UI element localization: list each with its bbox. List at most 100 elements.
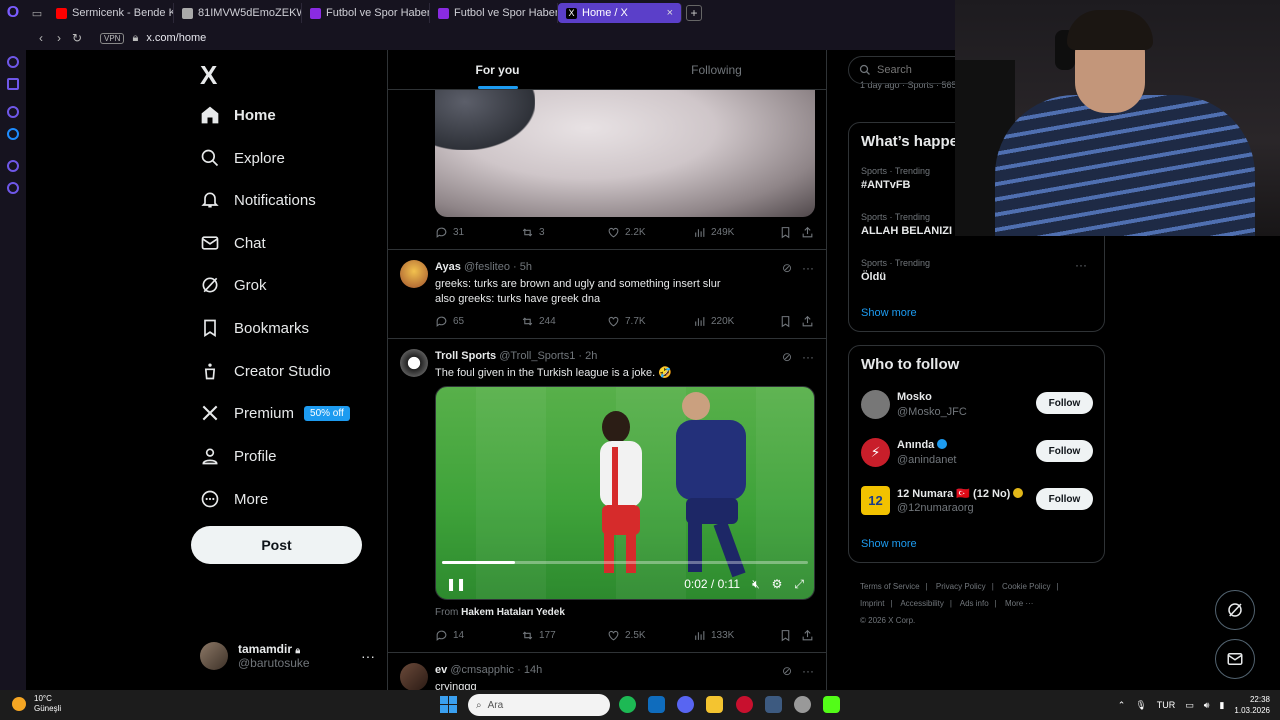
- reply-button[interactable]: 31: [435, 226, 464, 239]
- follow-button[interactable]: Follow: [1036, 392, 1093, 414]
- tab-for-you[interactable]: For you: [388, 50, 607, 89]
- follow-suggestion[interactable]: Mosko @Mosko_JFC Follow: [861, 388, 1093, 422]
- sidebar-facebook-icon[interactable]: [7, 128, 19, 140]
- post-author[interactable]: Ayas: [435, 261, 461, 273]
- footer-link[interactable]: Imprint: [860, 599, 884, 608]
- reply-button[interactable]: 14: [435, 629, 464, 642]
- views-button[interactable]: 220K: [693, 315, 734, 328]
- nav-item-notifications[interactable]: Notifications: [200, 185, 316, 215]
- trend-more-icon[interactable]: ···: [1075, 258, 1087, 272]
- discord-icon[interactable]: [677, 696, 694, 713]
- post[interactable]: Ayas @fesliteo · 5h ⊘ ··· greeks: turks a…: [388, 249, 826, 338]
- avatar[interactable]: [861, 390, 890, 419]
- pause-icon[interactable]: ❚❚: [446, 577, 466, 591]
- post-media-image[interactable]: [435, 90, 815, 217]
- grok-icon[interactable]: ⊘: [782, 350, 792, 364]
- lock-icon[interactable]: 🔒︎: [132, 32, 138, 45]
- nav-item-explore[interactable]: Explore: [200, 143, 285, 173]
- bookmark-button[interactable]: [779, 629, 792, 642]
- share-button[interactable]: [801, 226, 814, 239]
- opera-logo-icon[interactable]: O: [0, 0, 26, 26]
- nav-item-more[interactable]: More: [200, 484, 268, 514]
- suggestion-name[interactable]: Mosko: [897, 391, 932, 403]
- nav-item-chat[interactable]: Chat: [200, 228, 266, 258]
- footer-link[interactable]: Cookie Policy: [1002, 582, 1050, 591]
- reload-icon[interactable]: ↻: [68, 31, 86, 45]
- post[interactable]: Troll Sports @Troll_Sports1 · 2h ⊘ ··· Th…: [388, 338, 826, 652]
- nav-item-home[interactable]: Home: [200, 100, 276, 130]
- sidebar-clock-icon[interactable]: [7, 160, 19, 172]
- views-button[interactable]: 133K: [693, 629, 734, 642]
- video-progress-bar[interactable]: [442, 561, 808, 564]
- trend-item[interactable]: Sports · Trending Öldü ···: [861, 258, 1093, 283]
- share-button[interactable]: [801, 629, 814, 642]
- grok-icon[interactable]: ⊘: [782, 664, 792, 678]
- fullscreen-icon[interactable]: ⤢: [794, 577, 804, 592]
- url-field[interactable]: x.com/home: [146, 32, 206, 44]
- nav-item-profile[interactable]: Profile: [200, 441, 277, 471]
- like-button[interactable]: 2.2K: [607, 226, 646, 239]
- file-explorer-icon[interactable]: [706, 696, 723, 713]
- steam-icon[interactable]: [765, 696, 782, 713]
- more-icon[interactable]: ···: [802, 261, 814, 275]
- browser-tab-active[interactable]: X Home / X ×: [558, 3, 682, 23]
- post-time[interactable]: 5h: [520, 261, 532, 273]
- lightning-icon[interactable]: ⚡︎: [861, 438, 890, 467]
- kick-icon[interactable]: [823, 696, 840, 713]
- footer-link[interactable]: More ···: [1005, 599, 1033, 608]
- bookmark-button[interactable]: [779, 226, 792, 239]
- views-button[interactable]: 249K: [693, 226, 734, 239]
- vpn-badge[interactable]: VPN: [100, 32, 125, 44]
- avatar[interactable]: [400, 260, 428, 288]
- footer-link[interactable]: Privacy Policy: [936, 582, 986, 591]
- reply-button[interactable]: 65: [435, 315, 464, 328]
- browser-tab[interactable]: 81IMVW5dEmoZEKWY.mp: [174, 3, 302, 23]
- browser-tab[interactable]: Sermicenk - Bende Katilim: [48, 3, 174, 23]
- new-tab-button[interactable]: +: [686, 5, 702, 21]
- sidebar-settings-icon[interactable]: [7, 182, 19, 194]
- avatar[interactable]: [400, 663, 428, 690]
- nav-item-bookmarks[interactable]: Bookmarks: [200, 313, 309, 343]
- repost-button[interactable]: 3: [521, 226, 545, 239]
- browser-tab[interactable]: Futbol ve Spor Haberleri: [430, 3, 558, 23]
- tab-menu-icon[interactable]: ▭: [26, 7, 48, 20]
- microphone-icon[interactable]: 🎙︎: [1135, 700, 1146, 711]
- account-switcher[interactable]: tamamdir 🔒︎ @barutosuke ···: [200, 638, 375, 674]
- clock[interactable]: 22:38 1.03.2026: [1234, 694, 1270, 716]
- avatar[interactable]: [400, 349, 428, 377]
- post-author[interactable]: ev: [435, 664, 447, 676]
- post-button[interactable]: Post: [191, 526, 362, 564]
- nav-item-premium[interactable]: Premium 50% off: [200, 398, 350, 428]
- account-more-icon[interactable]: ···: [361, 648, 375, 664]
- show-more-link[interactable]: Show more: [861, 538, 917, 550]
- post-time[interactable]: 2h: [585, 350, 597, 362]
- back-icon[interactable]: ‹: [32, 31, 50, 45]
- chatgpt-icon[interactable]: [794, 696, 811, 713]
- spotify-icon[interactable]: [619, 696, 636, 713]
- volume-icon[interactable]: 🔊︎: [1204, 700, 1210, 711]
- footer-link[interactable]: Accessibility: [900, 599, 944, 608]
- settings-gear-icon[interactable]: ⚙: [772, 577, 783, 591]
- post-author[interactable]: Troll Sports: [435, 350, 496, 362]
- suggestion-name[interactable]: 12 Numara 🇹🇷 (12 No): [897, 487, 1024, 500]
- sidebar-history-icon[interactable]: [7, 56, 19, 68]
- network-icon[interactable]: ▭: [1185, 700, 1194, 711]
- opera-gx-icon[interactable]: [736, 696, 753, 713]
- sidebar-messenger-icon[interactable]: [7, 78, 19, 90]
- grok-floating-button[interactable]: [1215, 590, 1255, 630]
- taskbar-search[interactable]: ⌕ Ara: [468, 694, 610, 716]
- post-time[interactable]: 14h: [524, 664, 542, 676]
- video-player[interactable]: ❚❚ 0:02 / 0:11 🔇︎ ⚙ ⤢: [435, 386, 815, 600]
- repost-button[interactable]: 177: [521, 629, 556, 642]
- like-button[interactable]: 7.7K: [607, 315, 646, 328]
- avatar[interactable]: 12: [861, 486, 890, 515]
- tab-following[interactable]: Following: [607, 50, 826, 89]
- post-handle[interactable]: @cmsapphic: [450, 664, 514, 676]
- share-button[interactable]: [801, 315, 814, 328]
- sidebar-chatgpt-icon[interactable]: [7, 106, 19, 118]
- messages-floating-button[interactable]: [1215, 639, 1255, 679]
- show-more-link[interactable]: Show more: [861, 307, 917, 319]
- language-indicator[interactable]: TUR: [1157, 700, 1176, 710]
- follow-button[interactable]: Follow: [1036, 488, 1093, 510]
- footer-link[interactable]: Terms of Service: [860, 582, 920, 591]
